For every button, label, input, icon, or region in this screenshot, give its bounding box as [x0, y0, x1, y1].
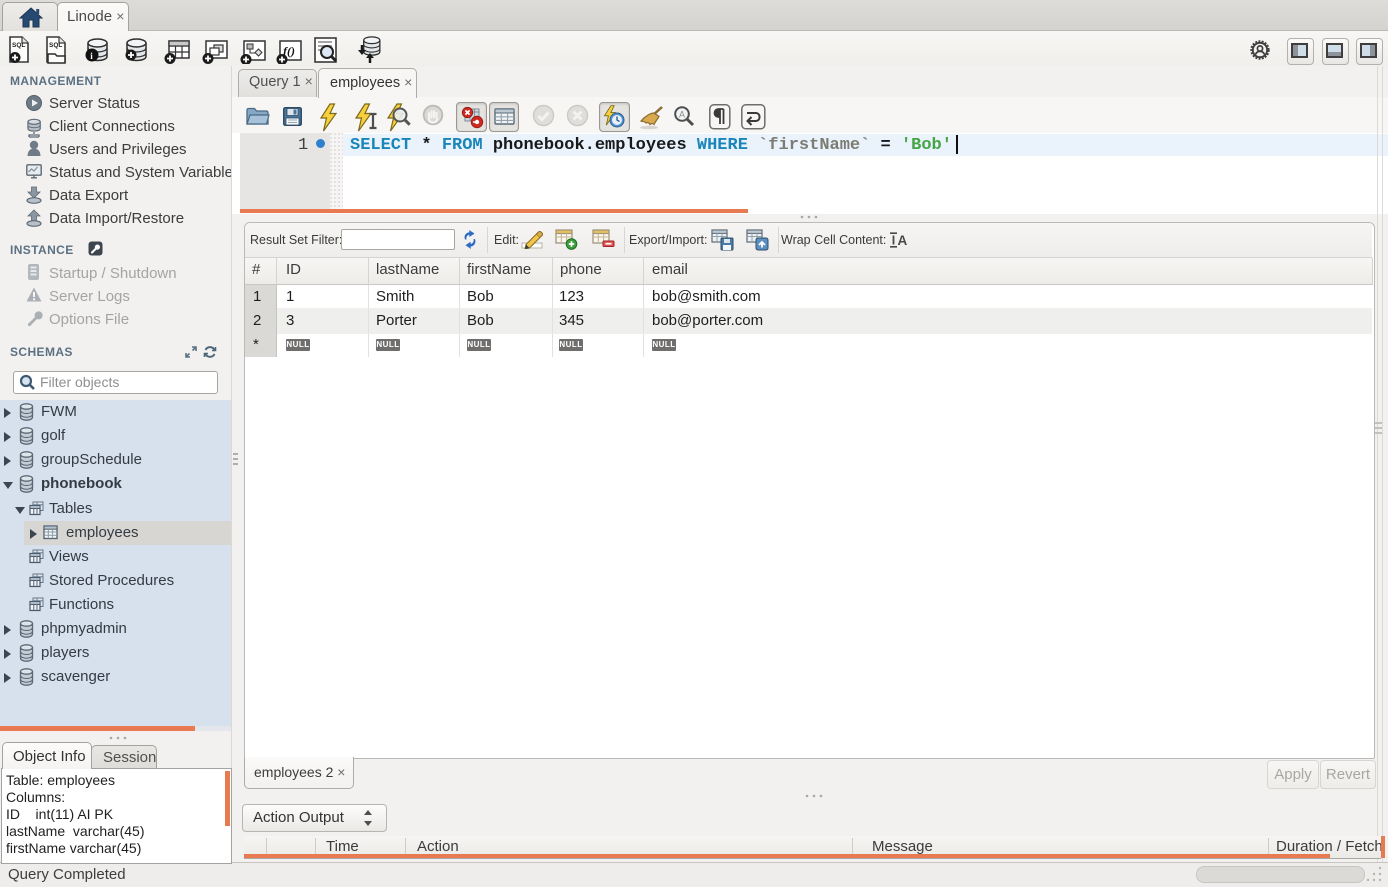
svg-text:A: A — [898, 233, 908, 248]
svg-text:SQL: SQL — [12, 42, 25, 49]
svg-text:A: A — [679, 110, 685, 120]
svg-text:SQL: SQL — [49, 42, 62, 49]
